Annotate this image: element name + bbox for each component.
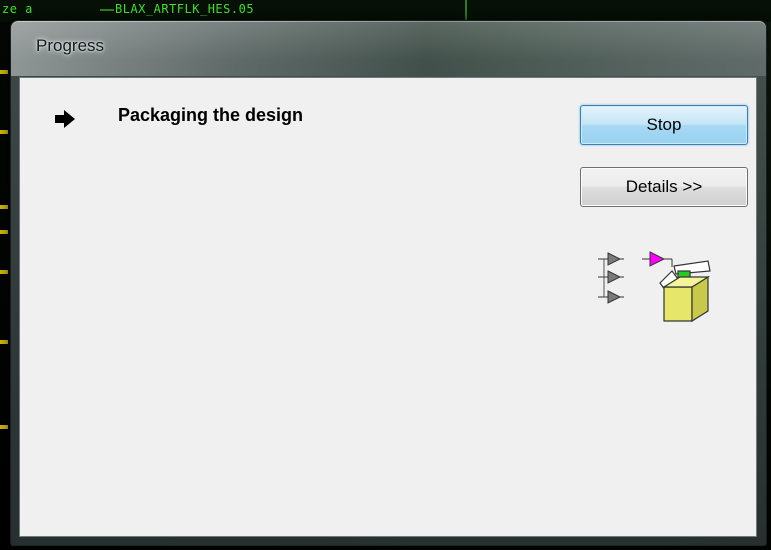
background-marker bbox=[0, 270, 8, 274]
window-title: Progress bbox=[36, 36, 105, 55]
background-trace bbox=[465, 0, 467, 20]
background-trace bbox=[100, 9, 114, 11]
background-label: BLAX_ARTFLK_HES.05 bbox=[115, 2, 255, 16]
background-header-strip: ze a BLAX_ARTFLK_HES.05 bbox=[0, 0, 771, 22]
background-marker bbox=[0, 70, 8, 74]
background-marker bbox=[0, 230, 8, 234]
right-arrow-icon bbox=[55, 110, 75, 128]
background-marker bbox=[0, 340, 8, 344]
status-message: Packaging the design bbox=[118, 105, 304, 125]
dialog-client-area: Packaging the design Stop Details >> bbox=[19, 77, 757, 537]
background-marker bbox=[0, 205, 8, 209]
details-button[interactable]: Details >> bbox=[580, 167, 748, 207]
package-design-icon bbox=[598, 251, 711, 323]
progress-dialog: Progress Packaging the design Stop Detai… bbox=[10, 20, 767, 546]
stop-button[interactable]: Stop bbox=[580, 105, 748, 145]
background-marker bbox=[0, 130, 8, 134]
background-snippet: ze a bbox=[2, 2, 33, 16]
background-marker bbox=[0, 425, 8, 429]
